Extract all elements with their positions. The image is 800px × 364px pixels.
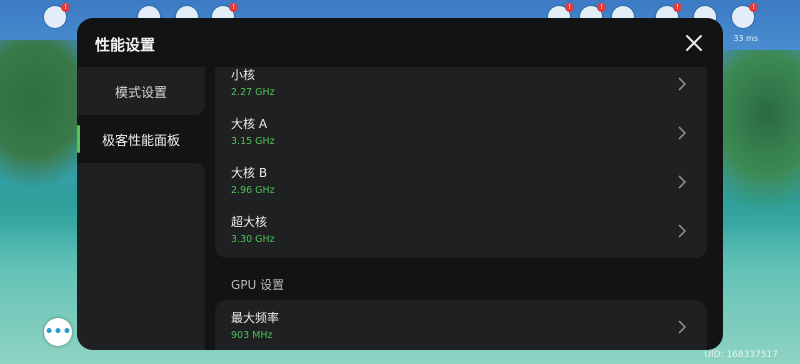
- sidebar-item-geek-panel[interactable]: 极客性能面板: [77, 115, 205, 163]
- row-value: 3.30 GHz: [231, 234, 275, 245]
- sidebar-empty-area: [77, 163, 205, 350]
- sidebar: 模式设置 极客性能面板: [77, 67, 205, 350]
- gpu-settings-card: 最大频率 903 MHz: [215, 300, 707, 350]
- row-title: 大核 B: [231, 166, 268, 180]
- panel-title: 性能设置: [95, 36, 156, 54]
- sidebar-item-mode-settings[interactable]: 模式设置: [77, 67, 205, 115]
- chevron-right-icon: [678, 320, 687, 334]
- cpu-settings-card: 小核 2.27 GHz 大核 A 3.15 GHz 大核 B 2.96 GHz …: [215, 67, 707, 258]
- chevron-right-icon: [678, 175, 687, 189]
- row-value: 2.96 GHz: [231, 185, 275, 196]
- row-title: 最大频率: [231, 311, 280, 325]
- close-button[interactable]: [683, 32, 705, 54]
- chevron-right-icon: [678, 77, 687, 91]
- cpu-core-row-big-a[interactable]: 大核 A 3.15 GHz: [215, 109, 707, 158]
- performance-settings-panel: 性能设置 模式设置 极客性能面板 小核 2.27 GHz 大核 A 3.15 G…: [77, 18, 723, 350]
- row-value: 3.15 GHz: [231, 136, 275, 147]
- ping-status: 33 ms: [733, 34, 758, 43]
- row-value: 903 MHz: [231, 330, 273, 341]
- character-avatar[interactable]: !: [732, 3, 758, 28]
- row-value: 2.27 GHz: [231, 87, 275, 98]
- cpu-core-row-prime[interactable]: 超大核 3.30 GHz: [215, 207, 707, 256]
- row-title: 大核 A: [231, 117, 268, 131]
- sidebar-item-label: 模式设置: [114, 85, 167, 101]
- chevron-right-icon: [678, 224, 687, 238]
- chevron-right-icon: [678, 126, 687, 140]
- chat-button[interactable]: •••: [44, 318, 72, 346]
- gpu-section-label: GPU 设置: [231, 278, 285, 292]
- cpu-core-row-big-b[interactable]: 大核 B 2.96 GHz: [215, 158, 707, 207]
- uid-label: UID: 168337517: [704, 350, 778, 360]
- row-title: 超大核: [231, 215, 268, 229]
- close-icon: [686, 35, 702, 51]
- chat-icon: •••: [44, 324, 72, 340]
- cpu-core-row-small[interactable]: 小核 2.27 GHz: [215, 67, 707, 109]
- paimon-menu-icon[interactable]: !: [44, 3, 70, 28]
- settings-content: 小核 2.27 GHz 大核 A 3.15 GHz 大核 B 2.96 GHz …: [215, 67, 707, 350]
- row-title: 小核: [231, 68, 256, 82]
- gpu-max-frequency-row[interactable]: 最大频率 903 MHz: [215, 303, 707, 350]
- sidebar-item-label: 极客性能面板: [101, 133, 180, 149]
